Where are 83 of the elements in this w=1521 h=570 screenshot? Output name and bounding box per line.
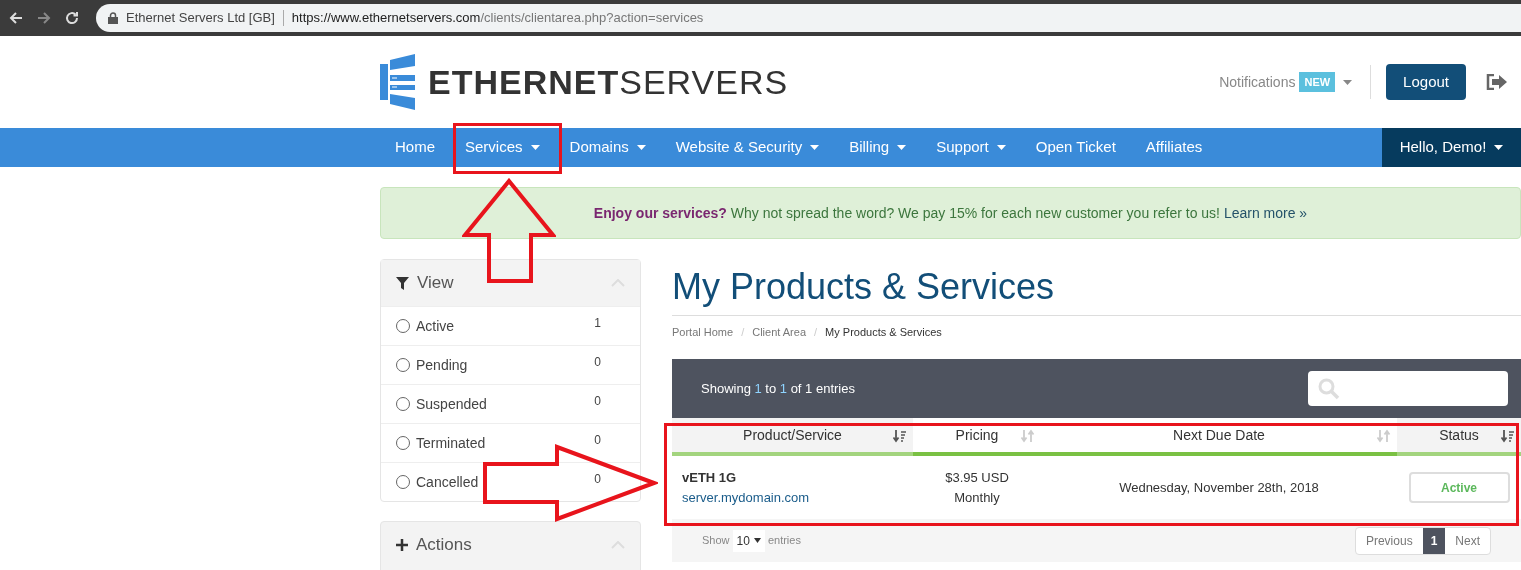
- filter-item[interactable]: Active 1: [381, 306, 640, 345]
- filter-item[interactable]: Terminated 0: [381, 423, 640, 462]
- caret-icon: [1494, 145, 1504, 150]
- plus-icon: [396, 539, 408, 551]
- nav-item[interactable]: Home: [380, 128, 450, 167]
- caret-icon: [810, 145, 820, 150]
- nav-item[interactable]: Domains: [554, 128, 661, 167]
- new-badge: NEW: [1299, 71, 1336, 93]
- breadcrumb-separator: /: [741, 324, 745, 340]
- logo-text: ETHERNETSERVERS: [428, 61, 789, 103]
- filter-label: Pending: [416, 355, 468, 375]
- next-button[interactable]: Next: [1445, 527, 1490, 554]
- caret-icon: [897, 145, 907, 150]
- page-size-select[interactable]: 10: [732, 529, 765, 552]
- panel-header[interactable]: View: [381, 260, 640, 306]
- reload-icon[interactable]: [64, 10, 80, 26]
- filter-label: Active: [416, 316, 455, 336]
- learn-more-link[interactable]: Learn more »: [1223, 204, 1308, 221]
- nav-item[interactable]: Affiliates: [1130, 128, 1218, 167]
- filter-count: 1: [594, 315, 601, 332]
- site-name: Ethernet Servers Ltd [GB]: [126, 9, 275, 28]
- radio-button[interactable]: [396, 436, 410, 450]
- filter-label: Cancelled: [416, 472, 479, 492]
- nav-item[interactable]: Services: [450, 128, 555, 167]
- nav-item[interactable]: Support: [921, 128, 1021, 167]
- product-name: vETH 1G: [682, 469, 738, 487]
- filter-item[interactable]: Pending 0: [381, 345, 640, 384]
- address-bar[interactable]: Ethernet Servers Ltd [GB] https://www.ethernetservers.com/clients/clientarea.php?action=services: [96, 4, 1521, 32]
- filter-label: Terminated: [416, 433, 486, 453]
- entries-info: Showing 1 to 1 of 1 entries: [701, 379, 855, 398]
- filter-label: Suspended: [416, 394, 487, 414]
- nav-item[interactable]: Website & Security: [660, 128, 835, 167]
- page-title: My Products & Services: [672, 265, 1521, 316]
- logout-button[interactable]: Logout: [1386, 63, 1466, 101]
- radio-button[interactable]: [396, 397, 410, 411]
- sort-icon[interactable]: [1501, 429, 1515, 443]
- table-cell-text: Wednesday, November 28th, 2018: [1118, 478, 1320, 497]
- status-label: Active: [1408, 472, 1510, 503]
- breadcrumb-link[interactable]: Client Area: [752, 323, 806, 341]
- radio-button[interactable]: [396, 319, 410, 333]
- sign-out-icon[interactable]: [1486, 74, 1507, 90]
- radio-button[interactable]: [396, 358, 410, 372]
- promo-text: Enjoy our services? Why not spread the word? We pay 15% for each new customer you refer to us! Learn more »: [593, 203, 1308, 223]
- caret-icon: [530, 145, 540, 150]
- nav-item[interactable]: Open Ticket: [1020, 128, 1131, 167]
- current-page-label: My Products & Services: [825, 324, 942, 340]
- filter-count: 0: [594, 393, 601, 410]
- search-field[interactable]: [1308, 371, 1508, 406]
- show-label: Show: [702, 533, 730, 549]
- nav-item[interactable]: Billing: [834, 128, 922, 167]
- filter-item[interactable]: Suspended 0: [381, 384, 640, 423]
- sort-icon[interactable]: [893, 429, 907, 443]
- back-icon[interactable]: [8, 10, 24, 26]
- domain-link[interactable]: server.mydomain.com: [682, 487, 913, 507]
- forward-icon[interactable]: [36, 10, 52, 26]
- breadcrumb-link[interactable]: Portal Home: [672, 323, 734, 341]
- breadcrumb-separator: /: [814, 324, 818, 340]
- filter-count: 0: [594, 432, 601, 449]
- billing-cycle: Monthly: [954, 488, 1000, 507]
- column-header[interactable]: Product/Service: [672, 418, 913, 456]
- notifications-menu[interactable]: Notifications NEW: [1219, 71, 1353, 93]
- filter-count: 0: [594, 354, 601, 371]
- filter-count: 0: [594, 471, 601, 488]
- panel-header[interactable]: Actions: [381, 522, 640, 568]
- panel-title: Actions: [416, 534, 472, 557]
- panel-title: View: [417, 272, 454, 295]
- user-menu[interactable]: Hello, Demo!: [1382, 128, 1521, 167]
- filter-icon: [396, 276, 409, 290]
- column-header[interactable]: Status: [1397, 418, 1521, 456]
- previous-button[interactable]: Previous: [1355, 527, 1423, 554]
- caret-icon: [636, 145, 646, 150]
- lock-icon: [108, 12, 118, 24]
- caret-icon: [753, 538, 761, 543]
- price-text: $3.95 USD: [945, 469, 1009, 487]
- entries-label: entries: [767, 533, 801, 549]
- filter-item[interactable]: Cancelled 0: [381, 462, 640, 501]
- caret-icon: [996, 145, 1006, 150]
- search-icon: [1318, 377, 1340, 400]
- logo-icon: [380, 54, 416, 110]
- caret-icon: [1343, 79, 1353, 85]
- radio-button[interactable]: [396, 475, 410, 489]
- page-button[interactable]: 1: [1422, 527, 1446, 554]
- url-text: https://www.ethernetservers.com/clients/clientarea.php?action=services: [291, 9, 704, 28]
